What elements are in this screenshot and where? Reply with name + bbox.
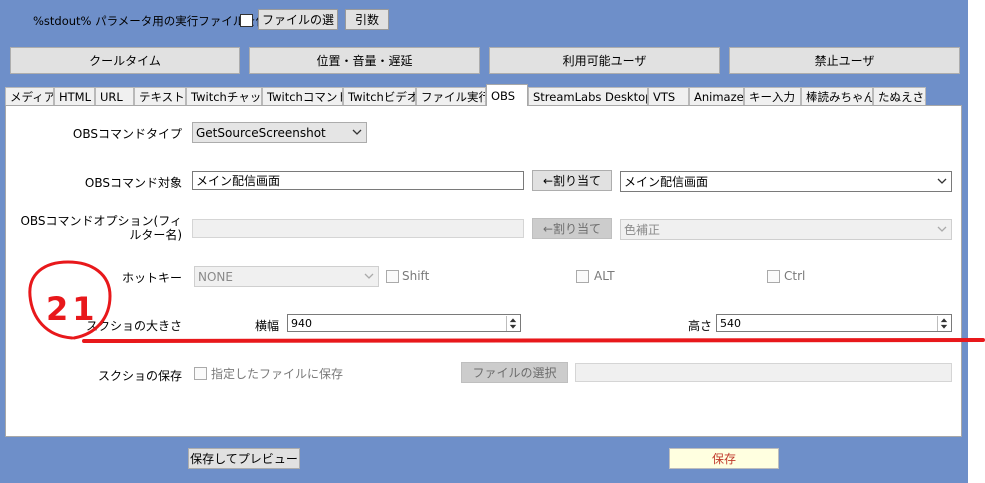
command-type-label: OBSコマンドタイプ — [72, 127, 182, 141]
shift-label: Shift — [402, 269, 430, 283]
option-select[interactable]: 色補正 — [620, 219, 952, 240]
save-and-preview-button[interactable]: 保存してプレビュー — [188, 448, 300, 469]
tab-url[interactable]: URL — [95, 87, 134, 105]
tab-obs[interactable]: OBS — [486, 84, 528, 106]
tab-tanuesa3[interactable]: たぬえさ3 — [873, 87, 926, 105]
width-value: 940 — [291, 316, 312, 330]
option-input[interactable] — [192, 219, 524, 238]
chevron-down-icon — [937, 226, 947, 232]
tab-twitch-video[interactable]: Twitchビデオ — [343, 87, 416, 105]
save-path-input[interactable] — [575, 363, 952, 382]
alt-label: ALT — [594, 269, 615, 283]
tab-twitch-command[interactable]: Twitchコマンド — [262, 87, 343, 105]
select-save-file-button[interactable]: ファイルの選択 — [461, 362, 568, 383]
height-label: 高さ — [688, 319, 713, 333]
cooltime-button[interactable]: クールタイム — [10, 47, 240, 74]
height-value: 540 — [720, 316, 741, 330]
hotkey-select[interactable]: NONE — [194, 266, 379, 287]
tab-streamlabs-desktop[interactable]: StreamLabs Desktop — [528, 87, 648, 105]
tab-bouyomi[interactable]: 棒読みちゃん — [801, 87, 873, 105]
command-type-select[interactable]: GetSourceScreenshot — [192, 122, 367, 143]
args-button[interactable]: 引数 — [345, 9, 389, 30]
ctrl-label: Ctrl — [784, 269, 806, 283]
target-input[interactable]: メイン配信画面 — [192, 171, 524, 190]
screenshot-save-label: スクショの保存 — [97, 369, 182, 383]
shift-checkbox[interactable] — [386, 270, 399, 283]
target-select-value: メイン配信画面 — [624, 175, 709, 189]
height-spinner[interactable]: 540 — [716, 314, 952, 332]
assign-target-button[interactable]: ←割り当て — [532, 170, 612, 191]
ctrl-checkbox[interactable] — [767, 270, 780, 283]
stdout-checkbox[interactable] — [240, 14, 253, 27]
hotkey-value: NONE — [198, 269, 233, 284]
tab-media[interactable]: メディア — [5, 87, 54, 105]
target-select[interactable]: メイン配信画面 — [620, 171, 952, 192]
tab-key-input[interactable]: キー入力 — [744, 87, 801, 105]
tab-twitch-chat[interactable]: Twitchチャット — [186, 87, 262, 105]
tab-vts[interactable]: VTS — [648, 87, 689, 105]
tab-file-exec[interactable]: ファイル実行 — [416, 87, 486, 105]
chevron-down-icon — [352, 129, 362, 135]
option-label: OBSコマンドオプション(フィルター名) — [20, 214, 182, 242]
spinner-arrows-icon[interactable] — [937, 316, 950, 331]
tab-text[interactable]: テキスト — [134, 87, 186, 105]
select-file-button[interactable]: ファイルの選 — [258, 9, 338, 30]
hotkey-label: ホットキー — [121, 271, 182, 285]
width-label: 横幅 — [255, 319, 280, 333]
width-spinner[interactable]: 940 — [287, 314, 521, 332]
position-volume-delay-button[interactable]: 位置・音量・遅延 — [249, 47, 480, 74]
save-to-file-label: 指定したファイルに保存 — [211, 367, 344, 381]
spinner-arrows-icon[interactable] — [506, 316, 519, 331]
chevron-down-icon — [937, 178, 947, 184]
screenshot-size-label: スクショの大きさ — [85, 319, 182, 333]
banned-users-button[interactable]: 禁止ユーザ — [729, 47, 960, 74]
tab-animaze[interactable]: Animaze — [689, 87, 744, 105]
command-type-value: GetSourceScreenshot — [196, 125, 326, 140]
target-label: OBSコマンド対象 — [84, 176, 182, 190]
save-button[interactable]: 保存 — [669, 448, 779, 469]
option-select-value: 色補正 — [624, 223, 661, 237]
tab-html[interactable]: HTML — [54, 87, 95, 105]
allowed-users-button[interactable]: 利用可能ユーザ — [489, 47, 720, 74]
right-margin — [968, 0, 985, 483]
save-to-file-checkbox[interactable] — [194, 367, 207, 380]
assign-option-button[interactable]: ←割り当て — [532, 218, 612, 239]
chevron-down-icon — [364, 273, 374, 279]
alt-checkbox[interactable] — [576, 270, 589, 283]
